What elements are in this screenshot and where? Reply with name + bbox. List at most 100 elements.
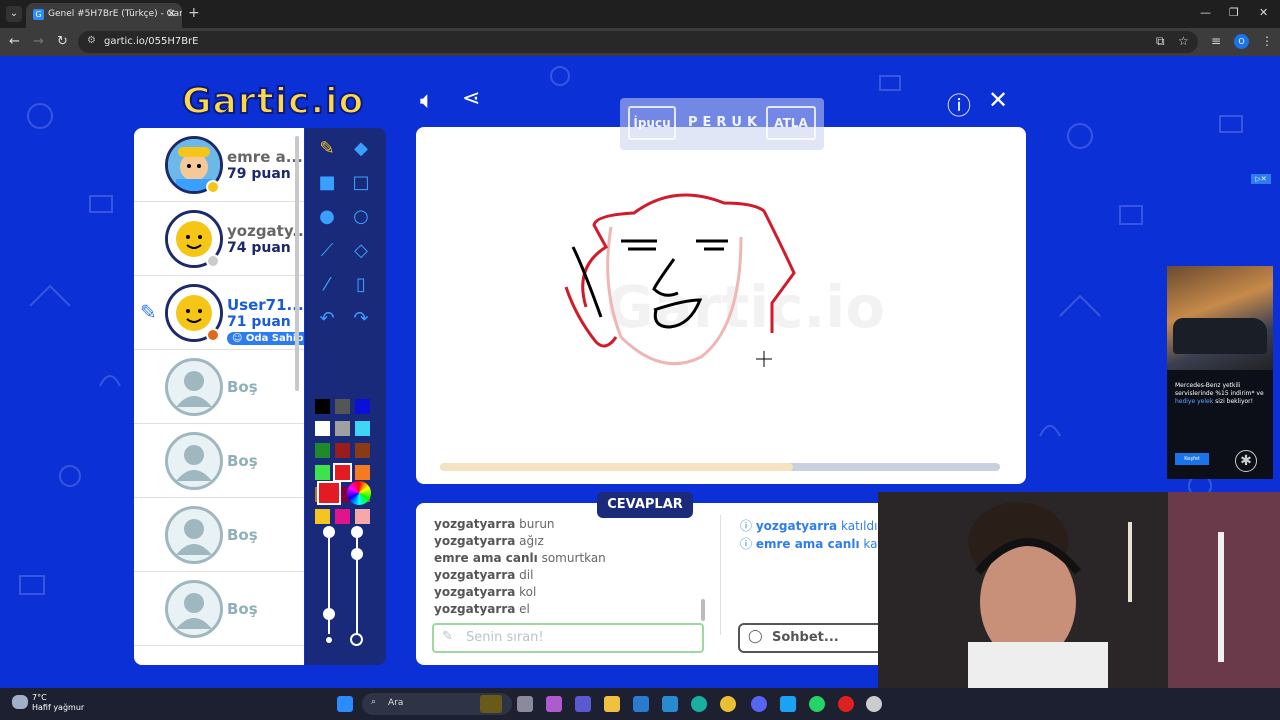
file-explorer-icon[interactable] (604, 696, 620, 712)
color-swatch[interactable] (335, 443, 350, 458)
line-tool-icon[interactable]: ⟋ (311, 236, 343, 266)
twitter-icon[interactable] (780, 696, 796, 712)
close-icon[interactable]: ✕ (988, 86, 1008, 114)
answers-scrollbar[interactable] (701, 599, 705, 621)
info-icon[interactable]: ⓘ (947, 86, 971, 121)
opacity-knob[interactable] (351, 548, 363, 560)
player-slot-empty: Boş (134, 424, 304, 498)
opacity-top-knob[interactable] (351, 526, 363, 538)
answer-item: yozgatyarra el (434, 602, 530, 616)
player-status-dot (206, 328, 220, 342)
task-view-icon[interactable] (517, 696, 533, 712)
color-swatch[interactable] (315, 421, 330, 436)
brush-size-top-knob[interactable] (323, 526, 335, 538)
eyedropper-icon[interactable]: ⁄ (311, 270, 343, 300)
window-close-icon[interactable]: ✕ (1259, 6, 1268, 19)
share-icon[interactable]: ⋖ (462, 86, 480, 111)
rect-tool-icon[interactable]: □ (345, 168, 377, 198)
sound-icon[interactable]: 🔈︎ (420, 86, 434, 114)
tab-close-icon[interactable]: ✕ (167, 7, 176, 20)
color-swatch[interactable] (335, 399, 350, 414)
empty-slot-label: Boş (227, 526, 258, 544)
color-swatch[interactable] (315, 465, 330, 480)
color-swatch[interactable] (355, 421, 370, 436)
player-points: 74 puan (227, 240, 291, 256)
panel-divider (720, 515, 721, 635)
color-swatch[interactable] (355, 399, 370, 414)
color-swatch[interactable] (355, 509, 370, 524)
color-swatch[interactable] (315, 509, 330, 524)
site-info-icon[interactable]: ⚙ (87, 35, 96, 46)
windows-start-icon[interactable] (337, 696, 353, 712)
reload-icon[interactable]: ↻ (57, 34, 68, 49)
forward-icon[interactable]: → (33, 34, 44, 49)
brush-large-circle (350, 633, 363, 646)
brush-size-knob[interactable] (323, 608, 335, 620)
skip-button[interactable]: ATLA (766, 106, 816, 140)
filled-rect-tool-icon[interactable]: ■ (311, 168, 343, 198)
player-item-self[interactable]: User71... 71 puan ☺ Oda Sahibi (134, 276, 304, 350)
youtube-music-icon[interactable] (838, 696, 854, 712)
players-list: emre a... 79 puan yozgaty... 74 puan Use… (134, 128, 304, 665)
chat-input[interactable]: ◯ Sohbet... (738, 623, 888, 653)
player-points: 79 puan (227, 166, 291, 182)
tab-list-icon[interactable]: ⌄ (6, 6, 22, 22)
ad-choices-icon[interactable]: ▷✕ (1251, 174, 1271, 184)
pencil-tool-icon[interactable]: ✎ (311, 134, 343, 164)
browser-address-bar: ← → ↻ ⚙ gartic.io/055H7BrE ⧉ ☆ ≡ O ⋮ (0, 28, 1280, 56)
teams-icon[interactable] (575, 696, 591, 712)
edge-icon[interactable] (691, 696, 707, 712)
color-swatch[interactable] (335, 421, 350, 436)
copilot-icon[interactable] (546, 696, 562, 712)
profile-avatar[interactable]: O (1234, 34, 1249, 49)
minimize-icon[interactable]: — (1200, 6, 1211, 19)
restore-icon[interactable]: ❐ (1229, 6, 1239, 19)
color-swatch[interactable] (355, 443, 370, 458)
eraser-tool-icon[interactable]: ◆ (345, 134, 377, 164)
color-swatch[interactable] (355, 465, 370, 480)
ellipse-tool-icon[interactable]: ○ (345, 202, 377, 232)
tab-title: Genel #5H7BrE (Türkçe) - Gartic (48, 9, 182, 19)
install-icon[interactable]: ⧉ (1156, 34, 1165, 49)
weather-widget[interactable]: 7°C Hafif yağmur (12, 693, 84, 713)
hint-button[interactable]: İpucu (628, 106, 676, 140)
tab-active[interactable]: G Genel #5H7BrE (Türkçe) - Gartic ✕ (26, 3, 182, 28)
answer-input[interactable]: ✎ Senin sıran! (432, 623, 704, 653)
player-name: emre a... (227, 148, 303, 166)
color-wheel-icon[interactable] (347, 481, 371, 505)
answer-item: yozgatyarra burun (434, 517, 555, 531)
drawing-canvas[interactable]: Gartic.io (416, 127, 1026, 484)
back-icon[interactable]: ← (9, 34, 20, 49)
mail-icon[interactable] (662, 696, 678, 712)
windows-taskbar: 7°C Hafif yağmur ⌕ Ara (0, 688, 1280, 720)
webcam-image (878, 492, 1280, 688)
browser-menu-icon[interactable]: ⋮ (1261, 34, 1273, 48)
ad-cta-button[interactable]: Keşfet (1175, 453, 1209, 465)
player-item[interactable]: yozgaty... 74 puan (134, 202, 304, 276)
color-swatch[interactable] (335, 509, 350, 524)
color-swatch[interactable] (315, 443, 330, 458)
chat-item: ⓘ yozgatyarra katıldı (740, 519, 878, 533)
advertisement[interactable]: Mercedes-Benz yetkili servislerinde %15 … (1167, 266, 1273, 479)
empty-avatar-icon (165, 432, 223, 490)
discord-icon[interactable] (751, 696, 767, 712)
filled-ellipse-tool-icon[interactable]: ● (311, 202, 343, 232)
whatsapp-icon[interactable] (809, 696, 825, 712)
settings-icon[interactable] (866, 696, 882, 712)
new-tab-icon[interactable]: + (188, 5, 200, 21)
player-item[interactable]: emre a... 79 puan (134, 128, 304, 202)
media-controls-icon[interactable]: ≡ (1211, 34, 1221, 48)
color-swatch[interactable] (333, 463, 352, 482)
chrome-icon[interactable] (720, 696, 736, 712)
undo-icon[interactable]: ↶ (311, 304, 343, 334)
url-field[interactable]: ⚙ gartic.io/055H7BrE (78, 31, 1198, 53)
answer-item: emre ama canlı somurtkan (434, 551, 606, 565)
fill-bucket-icon[interactable]: ◇ (345, 236, 377, 266)
store-icon[interactable] (633, 696, 649, 712)
bookmark-star-icon[interactable]: ☆ (1178, 34, 1189, 48)
players-scrollbar[interactable] (295, 136, 299, 391)
color-swatch[interactable] (315, 399, 330, 414)
redo-icon[interactable]: ↷ (345, 304, 377, 334)
gartic-logo: Gartic.io (181, 80, 365, 123)
new-page-icon[interactable]: ▯ (345, 270, 377, 300)
